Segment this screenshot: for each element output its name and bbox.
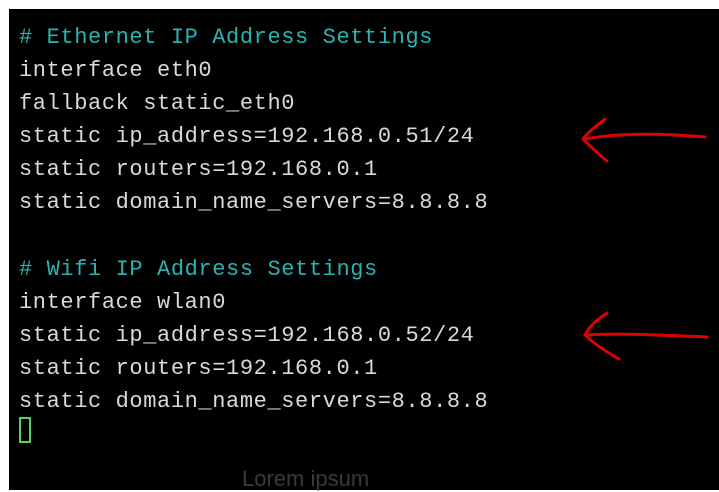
line-wlan0-dns: static domain_name_servers=8.8.8.8 xyxy=(19,389,489,414)
line-wlan0-ip-address: static ip_address=192.168.0.52/24 xyxy=(19,323,475,348)
line-eth0-dns: static domain_name_servers=8.8.8.8 xyxy=(19,190,489,215)
line-fallback-static: fallback static_eth0 xyxy=(19,91,296,116)
footer-caption: Lorem ipsum xyxy=(242,466,370,491)
line-interface-eth0: interface eth0 xyxy=(19,58,213,83)
comment-wifi-settings: # Wifi IP Address Settings xyxy=(19,257,378,282)
red-arrow-annotation-eth0 xyxy=(581,117,707,163)
line-eth0-routers: static routers=192.168.0.1 xyxy=(19,157,378,182)
terminal-cursor xyxy=(19,417,31,443)
comment-ethernet-settings: # Ethernet IP Address Settings xyxy=(19,25,434,50)
line-eth0-ip-address: static ip_address=192.168.0.51/24 xyxy=(19,124,475,149)
line-interface-wlan0: interface wlan0 xyxy=(19,290,227,315)
red-arrow-annotation-wlan0 xyxy=(583,311,709,361)
terminal-window[interactable]: # Ethernet IP Address Settings interface… xyxy=(9,9,719,490)
line-wlan0-routers: static routers=192.168.0.1 xyxy=(19,356,378,381)
